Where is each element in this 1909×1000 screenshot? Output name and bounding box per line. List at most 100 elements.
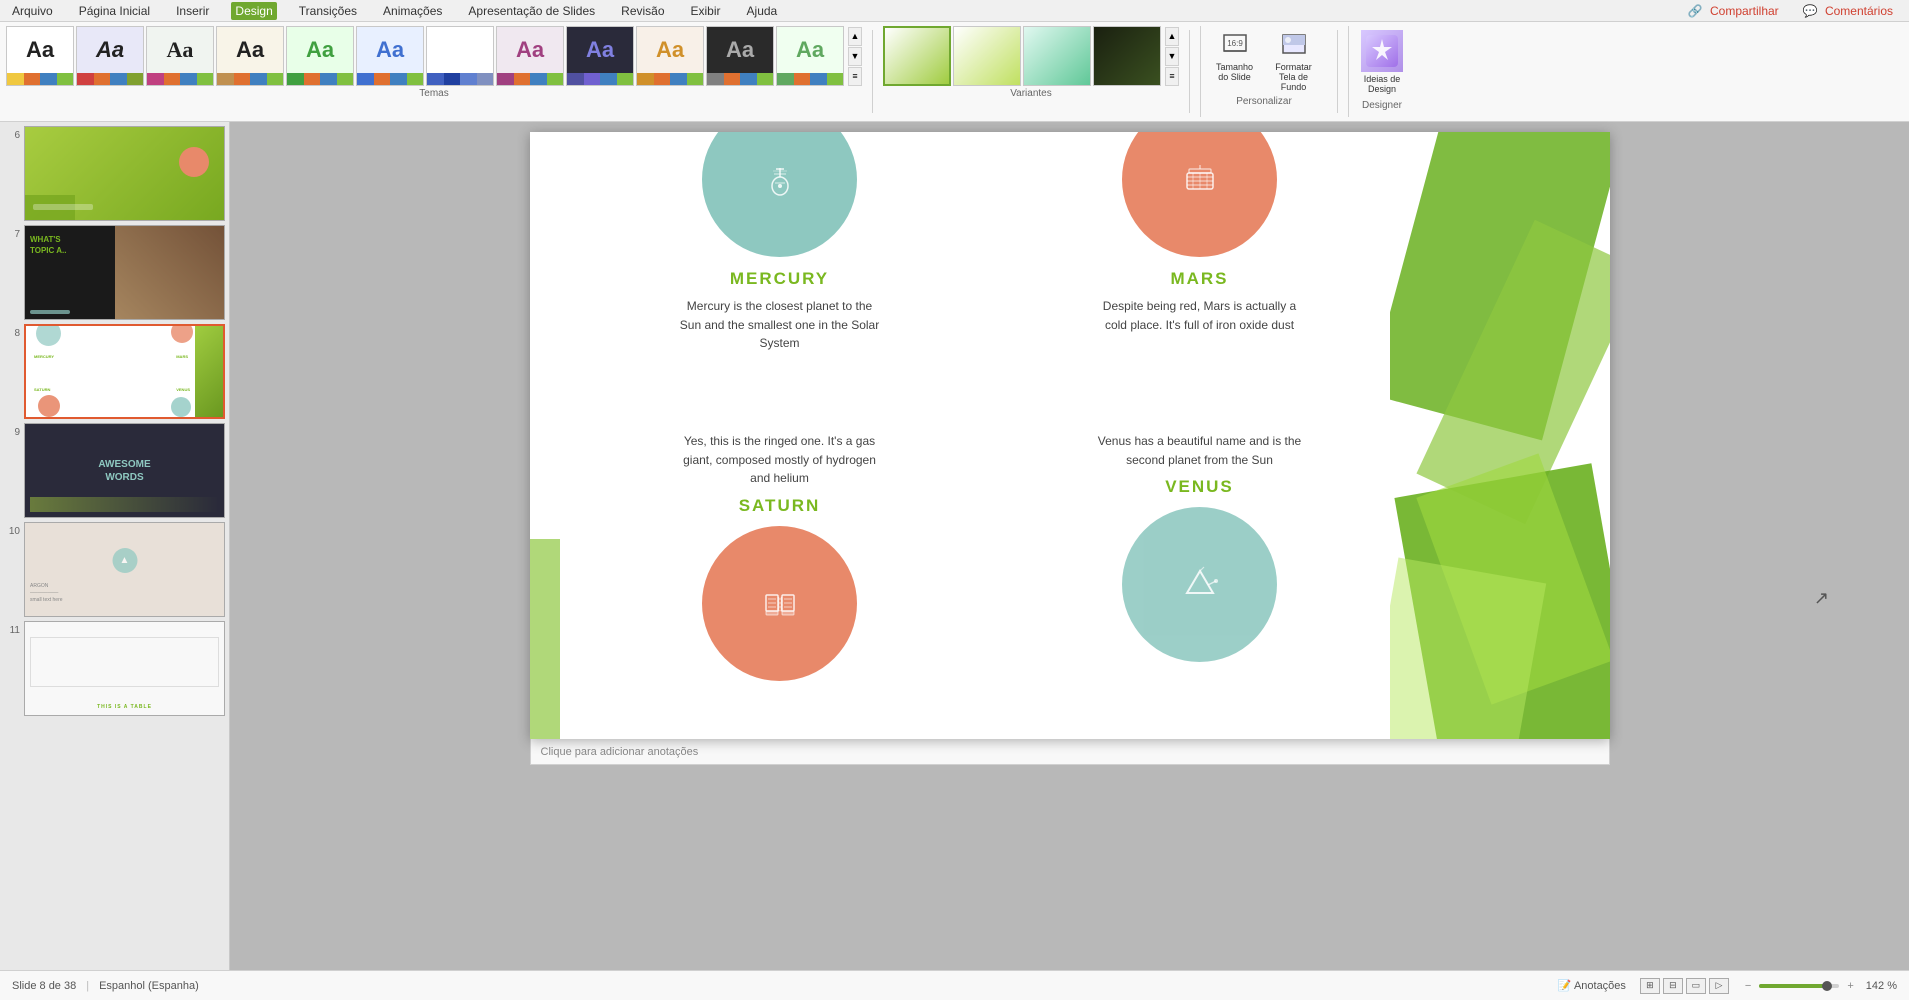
mars-desc: Despite being red, Mars is actually a co… <box>1095 297 1305 334</box>
main-area: 6 7 WHAT'STOPIC A.. <box>0 122 1909 970</box>
zoom-handle[interactable] <box>1822 981 1832 991</box>
svg-text:16:9: 16:9 <box>1227 39 1243 48</box>
ribbon-variants-section: ▲ ▼ ≡ Variantes <box>883 26 1179 117</box>
bottom-bar-right: 📝 Anotações ⊞ ⊟ ▭ ▷ − + 142 % <box>1558 978 1897 994</box>
designer-icon <box>1361 30 1403 72</box>
plus-zoom[interactable]: + <box>1847 980 1853 992</box>
variant-scroll-down[interactable]: ▼ <box>1165 47 1179 66</box>
mars-circle <box>1122 132 1277 257</box>
menu-pagina-inicial[interactable]: Página Inicial <box>75 2 154 20</box>
designer-section: Ideias deDesign Designer <box>1348 26 1415 117</box>
theme-12[interactable]: Aa <box>776 26 844 86</box>
slide-item-9: 9 AWESOMEWORDS <box>4 423 225 518</box>
slideshow-button[interactable]: ▷ <box>1709 978 1729 994</box>
theme-7[interactable]: Aa <box>426 26 494 86</box>
content-area: MERCURY Mercury is the closest planet to… <box>230 122 1909 970</box>
menu-transicoes[interactable]: Transições <box>295 2 361 20</box>
variant-scroll-all[interactable]: ≡ <box>1165 67 1179 86</box>
theme-scroll-up[interactable]: ▲ <box>848 27 862 46</box>
share-button[interactable]: 🔗 Compartilhar <box>1684 2 1787 20</box>
formatar-background-button[interactable]: FormatarTela deFundo <box>1266 26 1321 94</box>
normal-view-button[interactable]: ⊞ <box>1640 978 1660 994</box>
accordion-icon <box>1179 159 1221 201</box>
menu-bar: Arquivo Página Inicial Inserir Design Tr… <box>0 0 1909 22</box>
menu-apresentacao[interactable]: Apresentação de Slides <box>464 2 599 20</box>
variant-scroll[interactable]: ▲ ▼ ≡ <box>1165 27 1179 86</box>
zoom-fill <box>1759 984 1824 988</box>
slide-thumb-8[interactable]: MERCURY MARS SATURN VENUS <box>24 324 225 419</box>
theme-1[interactable]: Aa <box>6 26 74 86</box>
slide-num-7: 7 <box>4 225 20 240</box>
variant-1[interactable] <box>883 26 951 86</box>
designer-section-label: Designer <box>1362 100 1402 111</box>
variants-row: ▲ ▼ ≡ <box>883 26 1179 86</box>
themes-section-label: Temas <box>419 88 448 99</box>
variant-2[interactable] <box>953 26 1021 86</box>
menu-design[interactable]: Design <box>231 2 276 20</box>
theme-10[interactable]: Aa <box>636 26 704 86</box>
variant-3[interactable] <box>1023 26 1091 86</box>
theme-scroll-down[interactable]: ▼ <box>848 47 862 66</box>
slide-thumb-9[interactable]: AWESOMEWORDS <box>24 423 225 518</box>
planet-mercury: MERCURY Mercury is the closest planet to… <box>610 132 950 432</box>
cursor-arrow: ↗ <box>1814 588 1829 609</box>
theme-2[interactable]: Aa <box>76 26 144 86</box>
variant-scroll-up[interactable]: ▲ <box>1165 27 1179 46</box>
notes-bar[interactable]: Clique para adicionar anotações <box>530 739 1610 765</box>
slide-canvas[interactable]: MERCURY Mercury is the closest planet to… <box>530 132 1610 739</box>
theme-5[interactable]: Aa <box>286 26 354 86</box>
deco-right <box>1390 132 1610 739</box>
theme-9[interactable]: Aa <box>566 26 634 86</box>
tamanho-label: Tamanhodo Slide <box>1216 62 1253 82</box>
zoom-bar[interactable] <box>1759 984 1839 988</box>
theme-11[interactable]: Aa <box>706 26 774 86</box>
saturn-circle <box>702 526 857 681</box>
menu-revisao[interactable]: Revisão <box>617 2 668 20</box>
menu-animacoes[interactable]: Animações <box>379 2 446 20</box>
zoom-percentage: 142 % <box>1866 980 1897 992</box>
planet-saturn: Yes, this is the ringed one. It's a gas … <box>610 422 950 739</box>
comments-button[interactable]: 💬 Comentários <box>1799 2 1901 20</box>
menu-arquivo[interactable]: Arquivo <box>8 2 57 20</box>
variants-section-label: Variantes <box>1010 88 1052 99</box>
minus-zoom[interactable]: − <box>1745 980 1751 992</box>
theme-6[interactable]: Aa <box>356 26 424 86</box>
variant-4[interactable] <box>1093 26 1161 86</box>
mercury-desc: Mercury is the closest planet to the Sun… <box>675 297 885 353</box>
ideias-design-button[interactable]: Ideias deDesign <box>1357 26 1407 98</box>
menu-inserir[interactable]: Inserir <box>172 2 213 20</box>
theme-scroll-all[interactable]: ≡ <box>848 67 862 86</box>
theme-8[interactable]: Aa <box>496 26 564 86</box>
slide-num-6: 6 <box>4 126 20 141</box>
slide-sorter-button[interactable]: ⊟ <box>1663 978 1683 994</box>
theme-4[interactable]: Aa <box>216 26 284 86</box>
slide-thumb-7[interactable]: WHAT'STOPIC A.. <box>24 225 225 320</box>
deco-shape-2 <box>1416 220 1610 524</box>
mars-name: MARS <box>1170 269 1228 289</box>
theme-3[interactable]: Aa <box>146 26 214 86</box>
venus-desc: Venus has a beautiful name and is the se… <box>1095 432 1305 469</box>
tamanho-slide-button[interactable]: 16:9 Tamanhodo Slide <box>1207 26 1262 94</box>
bottom-bar: Slide 8 de 38 | Espanhol (Espanha) 📝 Ano… <box>0 970 1909 1000</box>
guitar-icon <box>760 160 800 200</box>
slide-panel: 6 7 WHAT'STOPIC A.. <box>0 122 230 970</box>
slide-thumb-10[interactable]: ▲ ARGON────────small text here <box>24 522 225 617</box>
slide-size-icon: 16:9 <box>1219 28 1251 60</box>
slide-thumb-6[interactable] <box>24 126 225 221</box>
notes-button[interactable]: 📝 Anotações <box>1558 979 1626 992</box>
ribbon-themes-section: Aa Aa Aa <box>6 26 862 117</box>
mercury-circle <box>702 132 857 257</box>
reading-view-button[interactable]: ▭ <box>1686 978 1706 994</box>
slide-item-8: 8 MERCURY MARS SATURN VENUS <box>4 324 225 419</box>
ribbon: Aa Aa Aa <box>0 22 1909 122</box>
deco-shape-4 <box>1416 453 1610 704</box>
personalizar-section-label: Personalizar <box>1236 96 1292 107</box>
slide-thumb-11[interactable]: THIS IS A TABLE <box>24 621 225 716</box>
deco-left <box>530 539 560 739</box>
theme-scroll[interactable]: ▲ ▼ ≡ <box>848 27 862 86</box>
themes-row: Aa Aa Aa <box>6 26 862 86</box>
venus-name: VENUS <box>1165 477 1234 497</box>
menu-ajuda[interactable]: Ajuda <box>743 2 782 20</box>
slide-num-9: 9 <box>4 423 20 438</box>
menu-exibir[interactable]: Exibir <box>687 2 725 20</box>
